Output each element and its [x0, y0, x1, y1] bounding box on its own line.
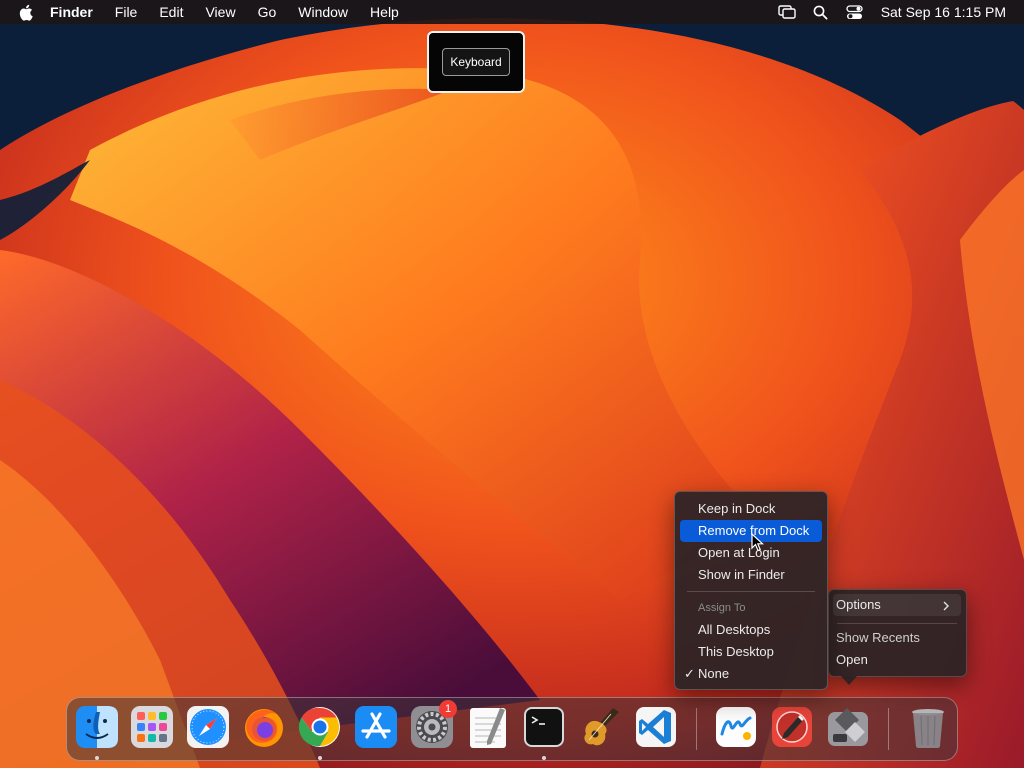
options-submenu: Options Show Recents Open [828, 589, 967, 685]
menu-all-desktops[interactable]: All Desktops [680, 619, 822, 641]
menu-app-name[interactable]: Finder [48, 0, 104, 24]
submenu-show-recents[interactable]: Show Recents [836, 627, 920, 649]
dock-freeform[interactable] [713, 704, 759, 750]
control-center-icon[interactable] [845, 2, 865, 22]
menu-bar: Finder File Edit View Go Window Help Sat… [0, 0, 1024, 24]
chevron-right-icon [943, 601, 949, 611]
menu-bar-clock[interactable]: Sat Sep 16 1:15 PM [881, 4, 1006, 20]
app-store-icon [355, 706, 397, 748]
keyboard-tooltip-label: Keyboard [442, 48, 510, 76]
keyboard-viewer-icon [828, 708, 868, 746]
dock-finder[interactable] [74, 704, 120, 750]
dock-color-meter[interactable] [769, 704, 815, 750]
vscode-icon [636, 707, 676, 747]
menu-window[interactable]: Window [287, 0, 359, 24]
submenu-options-label: Options [836, 597, 881, 612]
firefox-icon [245, 709, 283, 747]
safari-compass-icon [187, 706, 229, 748]
mouse-cursor-icon [751, 533, 765, 552]
menu-view[interactable]: View [194, 0, 246, 24]
dock-chrome[interactable] [297, 704, 343, 750]
submenu-pointer [841, 676, 857, 685]
dock-firefox[interactable] [241, 704, 287, 750]
dock-vscode[interactable] [633, 704, 679, 750]
menu-none[interactable]: ✓ None [680, 663, 822, 685]
menu-file[interactable]: File [104, 0, 149, 24]
dock-system-settings[interactable]: 1 [409, 700, 457, 750]
submenu-options-row[interactable]: Options [833, 594, 961, 616]
submenu-separator [837, 623, 957, 624]
chrome-icon [298, 707, 340, 747]
dock-app-store[interactable] [353, 704, 399, 750]
dock-context-menu: Keep in Dock Remove from Dock Open at Lo… [674, 491, 828, 690]
textedit-icon [470, 708, 506, 748]
dock-garageband[interactable] [577, 704, 623, 750]
menu-show-in-finder[interactable]: Show in Finder [680, 564, 822, 586]
spotlight-search-icon[interactable] [811, 2, 831, 22]
menu-edit[interactable]: Edit [148, 0, 194, 24]
submenu-open[interactable]: Open [836, 649, 868, 671]
keyboard-tooltip: Keyboard [427, 31, 525, 93]
apple-menu-icon[interactable] [16, 2, 36, 22]
menu-go[interactable]: Go [247, 0, 288, 24]
dock-terminal[interactable] [521, 704, 567, 750]
dock: 1 [66, 697, 958, 761]
screen-mirroring-icon[interactable] [777, 2, 797, 22]
freeform-icon [716, 707, 756, 747]
running-indicator [318, 756, 322, 760]
dock-divider [696, 708, 697, 750]
trash-icon [912, 709, 944, 748]
dock-divider [888, 708, 889, 750]
guitar-icon [584, 708, 619, 746]
menu-none-label: None [698, 666, 730, 681]
notification-badge: 1 [439, 700, 457, 718]
terminal-icon [524, 707, 564, 747]
finder-icon [76, 706, 118, 748]
menu-assign-to-header: Assign To [698, 602, 746, 614]
dock-textedit[interactable] [465, 704, 511, 750]
menu-help[interactable]: Help [359, 0, 410, 24]
dock-keyboard-viewer[interactable] [825, 704, 871, 750]
dock-trash[interactable] [905, 704, 951, 750]
menu-keep-in-dock[interactable]: Keep in Dock [680, 498, 822, 520]
dock-safari[interactable] [185, 704, 231, 750]
dock-launchpad[interactable] [129, 704, 175, 750]
running-indicator [95, 756, 99, 760]
running-indicator [542, 756, 546, 760]
menu-separator [687, 591, 815, 592]
checkmark-icon: ✓ [684, 666, 695, 681]
launchpad-icon [131, 706, 173, 748]
menu-this-desktop[interactable]: This Desktop [680, 641, 822, 663]
color-meter-icon [772, 707, 812, 747]
